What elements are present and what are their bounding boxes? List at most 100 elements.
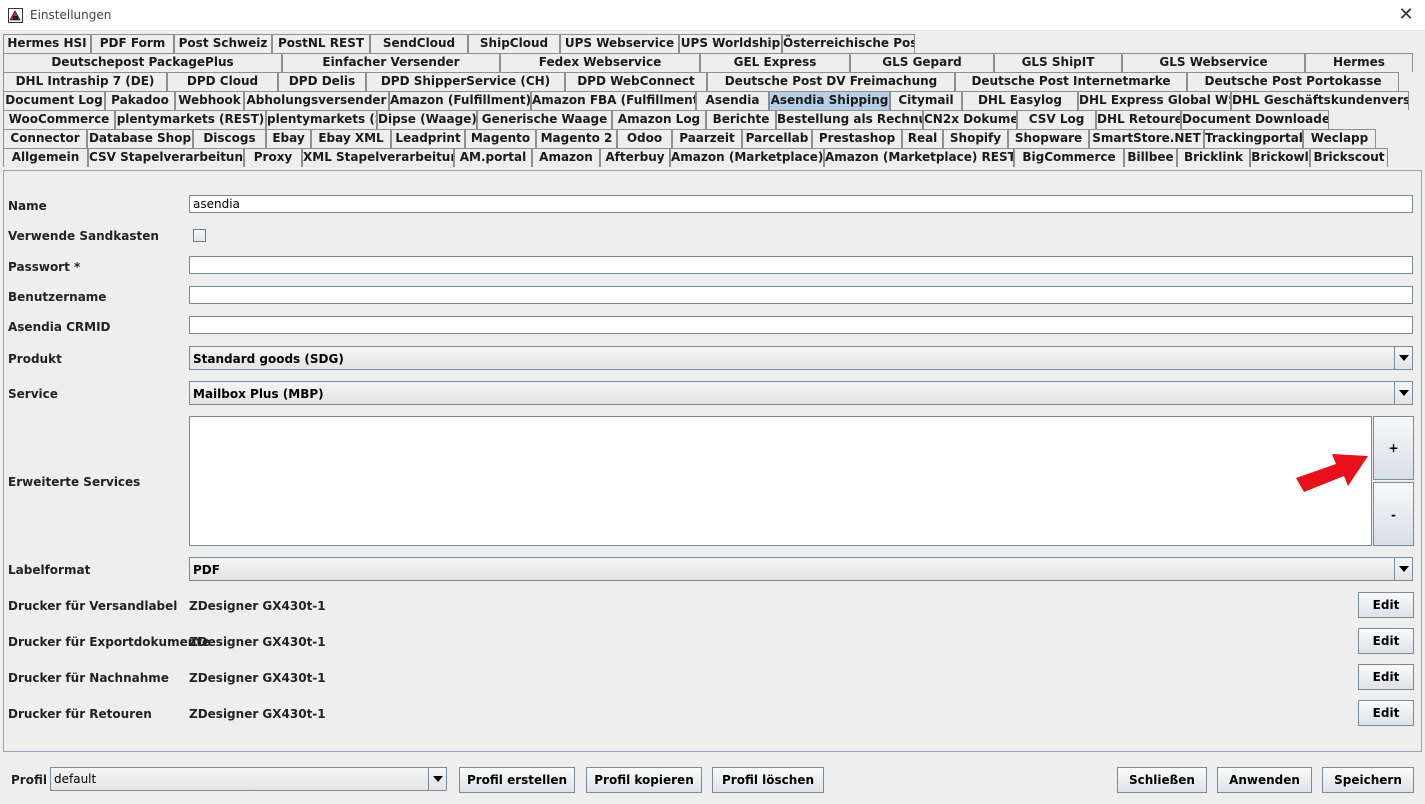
name-field[interactable]: asendia (189, 195, 1413, 213)
tab-amazon-fba-fulfillment[interactable]: Amazon FBA (Fulfillment) (531, 91, 696, 110)
save-button[interactable]: Speichern (1322, 767, 1414, 793)
tab-hermes-hsi[interactable]: Hermes HSI (3, 34, 91, 53)
tab-brickowl[interactable]: Brickowl (1250, 148, 1310, 167)
tab-asendia[interactable]: Asendia (696, 91, 769, 110)
tab-allgemein[interactable]: Allgemein (3, 148, 88, 167)
tab-sendcloud[interactable]: SendCloud (370, 34, 468, 53)
tab-asendia-shipping[interactable]: Asendia Shipping (769, 91, 890, 110)
edit-button[interactable]: Edit (1358, 700, 1414, 726)
close-button[interactable]: Schließen (1117, 767, 1207, 793)
tab-gls-shipit[interactable]: GLS ShipIT (994, 53, 1122, 72)
tab-amazon-marketplace-rest[interactable]: Amazon (Marketplace) REST (824, 148, 1014, 167)
tab-woocommerce[interactable]: WooCommerce (3, 110, 115, 129)
edit-button[interactable]: Edit (1358, 628, 1414, 654)
tab-discogs[interactable]: Discogs (193, 129, 266, 148)
edit-button[interactable]: Edit (1358, 592, 1414, 618)
add-service-button[interactable]: + (1373, 416, 1414, 480)
tab-dpd-delis[interactable]: DPD Delis (278, 72, 366, 91)
chevron-down-icon[interactable] (1394, 382, 1412, 404)
tab-cn2x-dokument[interactable]: CN2x Dokument (923, 110, 1017, 129)
tab-xml-stapelverarbeitung[interactable]: XML Stapelverarbeitung (302, 148, 454, 167)
tab-amazon-fulfillment[interactable]: Amazon (Fulfillment) (389, 91, 531, 110)
ext-services-list[interactable] (189, 416, 1372, 546)
tab-dhl-intraship-7-de[interactable]: DHL Intraship 7 (DE) (3, 72, 167, 91)
tab-hermes[interactable]: Hermes (1305, 53, 1413, 72)
tab-bricklink[interactable]: Bricklink (1177, 148, 1250, 167)
tab-magento-2[interactable]: Magento 2 (536, 129, 617, 148)
tab-csv-stapelverarbeitung[interactable]: CSV Stapelverarbeitung (88, 148, 244, 167)
tab-am-portal[interactable]: AM.portal (454, 148, 532, 167)
tab-dpd-webconnect[interactable]: DPD WebConnect (565, 72, 707, 91)
service-select[interactable]: Mailbox Plus (MBP) (189, 381, 1413, 405)
remove-service-button[interactable]: - (1373, 482, 1414, 546)
profile-select[interactable]: default (50, 767, 447, 791)
tab-berichte[interactable]: Berichte (706, 110, 776, 129)
chevron-down-icon[interactable] (428, 768, 446, 790)
tab-dpd-shipperservice-ch[interactable]: DPD ShipperService (CH) (366, 72, 565, 91)
tab-afterbuy[interactable]: Afterbuy (600, 148, 670, 167)
tab-bigcommerce[interactable]: BigCommerce (1014, 148, 1124, 167)
tab-gls-gepard[interactable]: GLS Gepard (850, 53, 994, 72)
tab-plentymarkets-rest[interactable]: plentymarkets (REST) (115, 110, 266, 129)
password-field[interactable] (189, 256, 1413, 274)
tab-ups-worldship[interactable]: UPS Worldship (679, 34, 782, 53)
labelformat-select[interactable]: PDF (189, 557, 1413, 581)
username-field[interactable] (189, 286, 1413, 304)
tab-pdf-form[interactable]: PDF Form (91, 34, 174, 53)
tab-magento[interactable]: Magento (465, 129, 536, 148)
delete-profile-button[interactable]: Profil löschen (712, 767, 824, 793)
create-profile-button[interactable]: Profil erstellen (459, 767, 575, 793)
tab-deutschepost-packageplus[interactable]: Deutschepost PackagePlus (3, 53, 282, 72)
tab-abholungsversender[interactable]: Abholungsversender (244, 91, 389, 110)
crmid-field[interactable] (189, 316, 1413, 334)
tab-dhl-geschäftskundenversand[interactable]: DHL Geschäftskundenversand (1231, 91, 1409, 110)
tab-paarzeit[interactable]: Paarzeit (672, 129, 742, 148)
tab-brickscout[interactable]: Brickscout (1310, 148, 1388, 167)
tab-parcellab[interactable]: Parcellab (742, 129, 812, 148)
tab-odoo[interactable]: Odoo (617, 129, 672, 148)
tab-leadprint[interactable]: Leadprint (391, 129, 465, 148)
tab-gel-express[interactable]: GEL Express (700, 53, 850, 72)
tab-deutsche-post-internetmarke[interactable]: Deutsche Post Internetmarke (955, 72, 1187, 91)
copy-profile-button[interactable]: Profil kopieren (586, 767, 702, 793)
tab-post-schweiz[interactable]: Post Schweiz (174, 34, 272, 53)
tab-gls-webservice[interactable]: GLS Webservice (1122, 53, 1305, 72)
tab-generische-waage[interactable]: Generische Waage (477, 110, 612, 129)
tab-österreichische-post[interactable]: Österreichische Post (782, 34, 915, 53)
tab-amazon-log[interactable]: Amazon Log (612, 110, 706, 129)
tab-dhl-express-global-ws[interactable]: DHL Express Global WS (1078, 91, 1231, 110)
edit-button[interactable]: Edit (1358, 664, 1414, 690)
tab-postnl-rest[interactable]: PostNL REST (272, 34, 370, 53)
tab-shopware[interactable]: Shopware (1008, 129, 1089, 148)
tab-weclapp[interactable]: Weclapp (1303, 129, 1376, 148)
tab-ebay-xml[interactable]: Ebay XML (311, 129, 391, 148)
tab-real[interactable]: Real (902, 129, 943, 148)
tab-webhook[interactable]: Webhook (175, 91, 244, 110)
tab-dhl-easylog[interactable]: DHL Easylog (962, 91, 1078, 110)
tab-ups-webservice[interactable]: UPS Webservice (560, 34, 679, 53)
tab-document-log[interactable]: Document Log (3, 91, 105, 110)
tab-shipcloud[interactable]: ShipCloud (468, 34, 560, 53)
tab-dpd-cloud[interactable]: DPD Cloud (167, 72, 278, 91)
tab-deutsche-post-dv-freimachung[interactable]: Deutsche Post DV Freimachung (707, 72, 955, 91)
tab-csv-log[interactable]: CSV Log (1017, 110, 1096, 129)
tab-bestellung-als-rechnung[interactable]: Bestellung als Rechnung (776, 110, 923, 129)
tab-plentymarkets-soap[interactable]: plentymarkets (SOAP) (266, 110, 377, 129)
apply-button[interactable]: Anwenden (1217, 767, 1312, 793)
tab-proxy[interactable]: Proxy (244, 148, 302, 167)
tab-billbee[interactable]: Billbee (1124, 148, 1177, 167)
product-select[interactable]: Standard goods (SDG) (189, 346, 1413, 370)
tab-citymail[interactable]: Citymail (890, 91, 962, 110)
tab-trackingportal[interactable]: Trackingportal (1204, 129, 1303, 148)
tab-pakadoo[interactable]: Pakadoo (105, 91, 175, 110)
chevron-down-icon[interactable] (1394, 558, 1412, 580)
tab-amazon-marketplace[interactable]: Amazon (Marketplace) (670, 148, 824, 167)
tab-ebay[interactable]: Ebay (266, 129, 311, 148)
tab-fedex-webservice[interactable]: Fedex Webservice (500, 53, 700, 72)
tab-prestashop[interactable]: Prestashop (812, 129, 902, 148)
tab-database-shop[interactable]: Database Shop (87, 129, 193, 148)
sandbox-checkbox[interactable] (193, 229, 206, 242)
tab-deutsche-post-portokasse[interactable]: Deutsche Post Portokasse (1187, 72, 1399, 91)
tab-dhl-retoure[interactable]: DHL Retoure (1096, 110, 1181, 129)
tab-smartstore-net[interactable]: SmartStore.NET (1089, 129, 1204, 148)
